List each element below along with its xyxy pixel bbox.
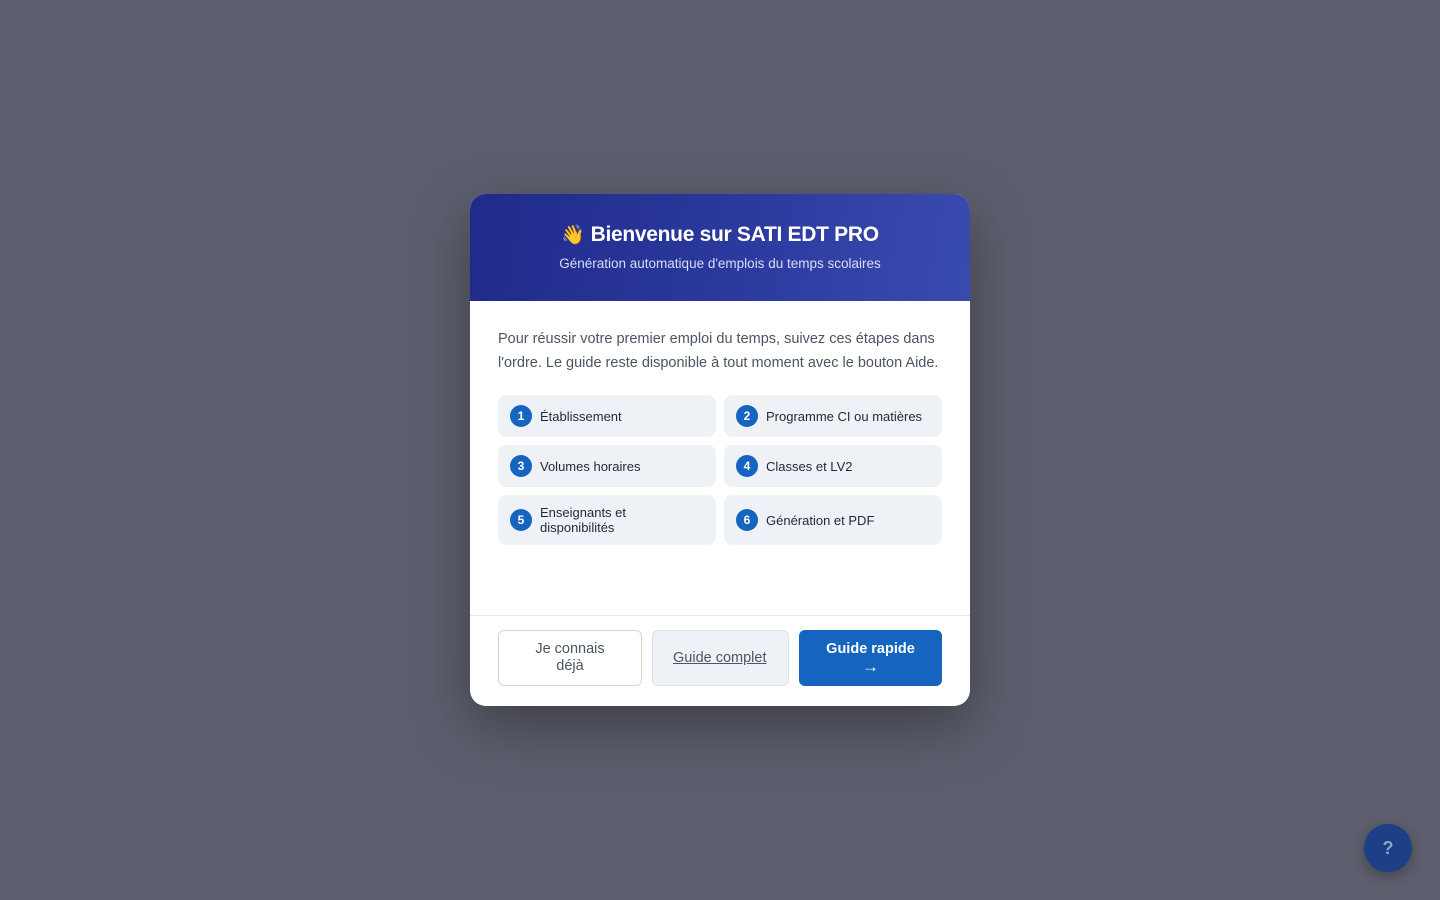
step-label: Enseignants et disponibilités (540, 505, 627, 535)
dialog-body: Pour réussir votre premier emploi du tem… (470, 301, 970, 545)
step-number-badge: 5 (510, 509, 532, 531)
dialog-header: 👋 Bienvenue sur SATI EDT PRO Génération … (470, 194, 970, 301)
dialog-title-text: Bienvenue sur SATI EDT PRO (590, 223, 880, 246)
step-number-badge: 6 (736, 509, 758, 531)
step-item: 2 Programme CI ou matières (724, 395, 942, 437)
step-item: 5 Enseignants et disponibilités (498, 495, 716, 545)
step-item: 1 Établissement (498, 395, 716, 437)
intro-text: Pour réussir votre premier emploi du tem… (498, 331, 939, 371)
step-number-badge: 3 (510, 455, 532, 477)
step-number-badge: 2 (736, 405, 758, 427)
arrow-right-icon: → (862, 657, 879, 676)
waving-hand-icon: 👋 (561, 225, 585, 246)
steps-grid: 1 Établissement 2 Programme CI ou matièr… (498, 395, 942, 545)
dialog-title: 👋 Bienvenue sur SATI EDT PRO (561, 223, 879, 247)
full-guide-button[interactable]: Guide complet (652, 630, 789, 686)
step-item: 6 Génération et PDF (724, 495, 942, 545)
welcome-dialog: 👋 Bienvenue sur SATI EDT PRO Génération … (470, 194, 970, 706)
dialog-footer: Je connais déjà Guide complet Guide rapi… (470, 615, 970, 686)
skip-button[interactable]: Je connais déjà (498, 630, 642, 686)
step-label: Programme CI ou matières (766, 408, 923, 424)
step-item: 3 Volumes horaires (498, 445, 716, 487)
step-number-badge: 1 (510, 405, 532, 427)
step-label: Génération et PDF (766, 512, 875, 528)
step-item: 4 Classes et LV2 (724, 445, 942, 487)
step-number-badge: 4 (736, 455, 758, 477)
quick-guide-button[interactable]: Guide rapide → (799, 630, 942, 686)
dialog-subtitle: Génération automatique d'emplois du temp… (559, 256, 881, 271)
quick-guide-label: Guide rapide (826, 641, 915, 657)
question-mark-icon: ? (1382, 837, 1394, 858)
step-label: Classes et LV2 (766, 458, 853, 474)
help-button[interactable]: ? (1364, 824, 1412, 872)
step-label: Établissement (540, 408, 622, 424)
step-label: Volumes horaires (540, 458, 641, 474)
